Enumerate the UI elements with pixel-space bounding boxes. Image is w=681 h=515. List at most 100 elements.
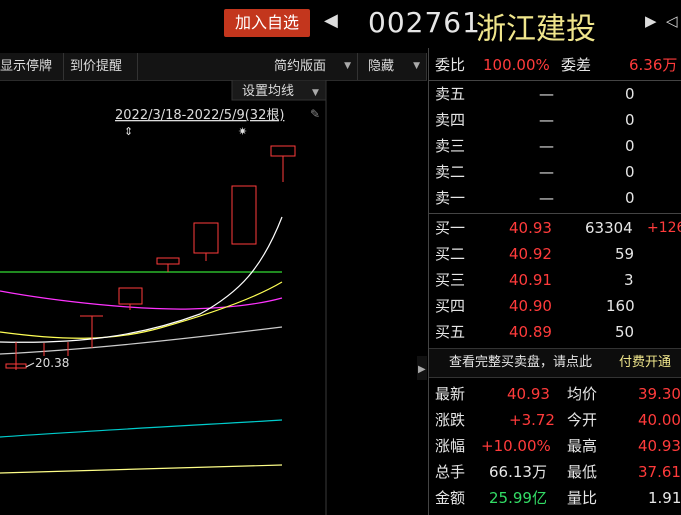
quote-value: 37.61 xyxy=(638,463,681,481)
paid-upgrade-link[interactable]: 付费开通 xyxy=(619,349,671,377)
bid-row[interactable]: 买三 40.91 3 xyxy=(435,267,681,293)
ask-price: — xyxy=(539,189,554,207)
y-tick-label: 41.44 xyxy=(376,132,413,147)
quote-label: 金额 xyxy=(435,489,466,507)
ask-row[interactable]: 卖五 — 0 xyxy=(435,81,681,107)
candle xyxy=(193,222,219,254)
bid-label: 买三 xyxy=(435,271,466,289)
quote-value: 25.99亿 xyxy=(489,489,547,507)
ask-volume: 0 xyxy=(625,111,635,129)
ask-price: — xyxy=(539,163,554,181)
wei-cha-value: 6.36万 xyxy=(629,56,678,74)
bid-volume: 63304 xyxy=(585,219,633,237)
ask-price: — xyxy=(539,85,554,103)
bid-label: 买五 xyxy=(435,323,466,341)
ask-price: — xyxy=(539,137,554,155)
quote-label: 量比 xyxy=(567,489,598,507)
bid-row[interactable]: 买四 40.90 160 xyxy=(435,293,681,319)
y-tick-label: 8.90 xyxy=(384,490,413,505)
hide-dropdown[interactable]: 隐藏 ▼ xyxy=(362,53,427,80)
ma-line-magenta xyxy=(0,290,283,310)
stock-name: 浙江建投 xyxy=(476,12,596,47)
prev-stock-arrow-icon[interactable]: ◀ xyxy=(324,10,338,31)
ask-row[interactable]: 卖一 — 0 xyxy=(435,185,681,211)
collapse-arrow-icon[interactable]: ▶ xyxy=(418,364,426,375)
candle xyxy=(270,145,296,157)
wei-bi-row: 委比 100.00% 委差 6.36万 xyxy=(435,52,681,78)
price-alert-button[interactable]: 到价提醒 xyxy=(64,53,138,80)
quote-label: 涨跌 xyxy=(435,411,466,429)
bid-row[interactable]: 买一 40.93 63304 +126 xyxy=(435,215,681,241)
bid-volume: 3 xyxy=(624,271,634,289)
quote-value: 39.30 xyxy=(638,385,681,403)
y-tick-label: 25.17 xyxy=(376,311,413,326)
quote-panel: 委比 100.00% 委差 6.36万 卖五 — 0 卖四 — 0 卖三 — 0… xyxy=(428,48,681,515)
ask-label: 卖五 xyxy=(435,85,466,103)
wei-bi-label: 委比 xyxy=(435,56,466,74)
y-tick-label: 29.24 xyxy=(376,266,413,281)
quote-value: 40.93 xyxy=(507,385,550,403)
quote-value: 40.93 xyxy=(638,437,681,455)
bid-price: 40.90 xyxy=(509,297,552,315)
full-orderbook-notice[interactable]: 查看完整买卖盘，请点此 付费开通 xyxy=(429,348,681,378)
ma-setting-label: 设置均线 xyxy=(242,84,294,99)
bid-price: 40.91 xyxy=(509,271,552,289)
y-tick-label: 21.10 xyxy=(376,356,413,371)
bid-price: 40.92 xyxy=(509,245,552,263)
y-tick-label: 17.04 xyxy=(376,401,413,416)
low-marker-line xyxy=(25,362,35,368)
chart-toolbar: 显示停牌 到价提醒 简约版面 ▼ 隐藏 ▼ xyxy=(0,53,427,81)
bid-label: 买二 xyxy=(435,245,466,263)
y-tick-label: 12.97 xyxy=(376,445,413,460)
quote-label: 最低 xyxy=(567,463,598,481)
candles xyxy=(5,145,296,370)
date-range-label: 2022/3/18-2022/5/9(32根) xyxy=(115,108,284,123)
simple-layout-dropdown[interactable]: 简约版面 ▼ xyxy=(268,53,358,80)
quote-label: 涨幅 xyxy=(435,437,466,455)
next-stock-arrow-icon[interactable]: ▶ xyxy=(645,12,657,30)
bid-volume: 50 xyxy=(615,323,635,341)
stock-header: 加入自选 ◀ 002761 浙江建投 ▶ ◁ xyxy=(0,0,681,48)
bid-volume: 59 xyxy=(615,245,635,263)
ma-line-white xyxy=(0,216,283,343)
ask-label: 卖四 xyxy=(435,111,466,129)
quote-label: 最新 xyxy=(435,385,466,403)
bid-label: 买四 xyxy=(435,297,466,315)
bid-price: 40.89 xyxy=(509,323,552,341)
y-tick-label: 33.31 xyxy=(376,221,413,236)
collapse-arrow-icon[interactable]: ◁ xyxy=(666,12,678,30)
y-axis-labels: 41.44 37.37 33.31 29.24 25.17 21.10 17.0… xyxy=(376,132,413,505)
ask-row[interactable]: 卖三 — 0 xyxy=(435,133,681,159)
quote-value: +3.72 xyxy=(509,411,555,429)
bid-change: +126 xyxy=(647,220,681,236)
bid-row[interactable]: 买二 40.92 59 xyxy=(435,241,681,267)
ask-label: 卖三 xyxy=(435,137,466,155)
bid-row[interactable]: 买五 40.89 50 xyxy=(435,319,681,345)
chevron-down-icon: ▼ xyxy=(413,61,420,71)
bid-price: 40.93 xyxy=(509,219,552,237)
add-to-watchlist-button[interactable]: 加入自选 xyxy=(224,9,310,37)
stock-code: 002761 xyxy=(368,6,481,39)
bid-volume: 160 xyxy=(606,297,635,315)
candle xyxy=(118,287,143,305)
range-start-marker-icon: ⇕ xyxy=(124,125,133,138)
candlestick-chart[interactable]: 设置均线 ▼ 2022/3/18-2022/5/9(32根) ✎ ⇕ ✷ 41.… xyxy=(0,80,427,515)
bid-label: 买一 xyxy=(435,219,466,237)
quote-value: 40.00 xyxy=(638,411,681,429)
ask-row[interactable]: 卖二 — 0 xyxy=(435,159,681,185)
ask-volume: 0 xyxy=(625,163,635,181)
ask-volume: 0 xyxy=(625,85,635,103)
quote-row: 总手 66.13万 最低 37.61 xyxy=(435,459,681,485)
quote-row: 金额 25.99亿 量比 1.91 xyxy=(435,485,681,511)
ask-label: 卖一 xyxy=(435,189,466,207)
ask-row[interactable]: 卖四 — 0 xyxy=(435,107,681,133)
pin-icon[interactable]: ✎ xyxy=(310,107,320,121)
ask-volume: 0 xyxy=(625,189,635,207)
quote-value: 66.13万 xyxy=(489,463,547,481)
ask-label: 卖二 xyxy=(435,163,466,181)
simple-layout-label: 简约版面 xyxy=(274,59,327,74)
show-suspended-button[interactable]: 显示停牌 xyxy=(0,53,64,80)
ask-volume: 0 xyxy=(625,137,635,155)
y-tick-label: 37.37 xyxy=(376,177,413,192)
quote-row: 涨跌 +3.72 今开 40.00 xyxy=(435,407,681,433)
